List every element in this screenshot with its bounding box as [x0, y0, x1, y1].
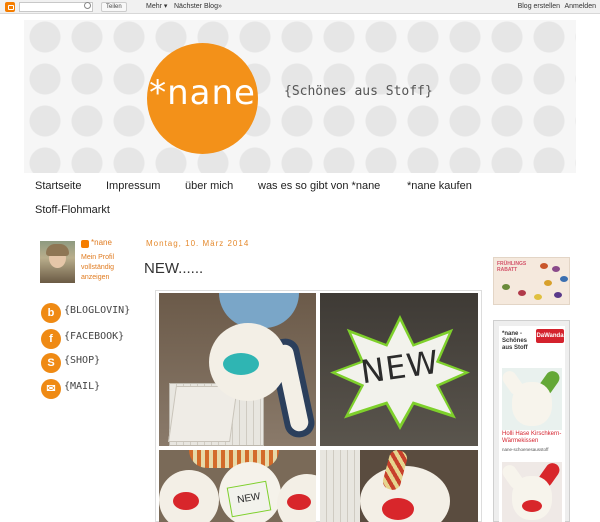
- tab-startseite[interactable]: Startseite: [35, 179, 81, 193]
- bunny-nose: [287, 494, 311, 510]
- tab-stoff-flohmarkt[interactable]: Stoff-Flohmarkt: [35, 203, 110, 217]
- blogger-profile-icon: [81, 240, 89, 248]
- bunny-body: [512, 382, 552, 426]
- tab-nane-kaufen[interactable]: *nane kaufen: [407, 179, 472, 193]
- butterfly-icon: [560, 276, 568, 282]
- tab-ueber-mich[interactable]: über mich: [185, 179, 233, 193]
- bunny-nose: [522, 500, 542, 512]
- avatar[interactable]: [40, 241, 75, 283]
- butterfly-icon: [518, 290, 526, 296]
- logo-circle[interactable]: *nane: [147, 43, 258, 154]
- logo-text: *nane: [149, 73, 256, 113]
- dawanda-shop-title[interactable]: *nane - Schönes aus Stoff: [502, 331, 534, 352]
- social-label: {FACEBOOK}: [64, 331, 125, 342]
- blogger-navbar: Teilen Mehr ▾ Nächster Blog» Blog erstel…: [0, 0, 600, 14]
- post-photo-bunnies[interactable]: NEW: [159, 450, 316, 522]
- butterfly-icon: [502, 284, 510, 290]
- dawanda-product-title[interactable]: Holli Hase Kirschkern-Wärmekissen: [502, 431, 564, 445]
- next-blog-link[interactable]: Nächster Blog»: [174, 1, 222, 13]
- tagline: {Schönes aus Stoff}: [284, 84, 433, 99]
- login-link[interactable]: Anmelden: [564, 1, 596, 13]
- chevron-down-icon: ▾: [161, 3, 168, 10]
- dawanda-widget[interactable]: *nane - Schönes aus Stoff DaWanda Holli …: [493, 320, 570, 522]
- butterfly-icon: [544, 280, 552, 286]
- shop-icon: S: [41, 353, 61, 373]
- facebook-icon: f: [41, 329, 61, 349]
- butterfly-icon: [540, 263, 548, 269]
- more-label: Mehr: [146, 3, 162, 10]
- search-input[interactable]: [19, 2, 93, 12]
- bunny-nose: [382, 498, 414, 520]
- fabric-shape: [219, 293, 299, 328]
- post-date: Montag, 10. März 2014: [146, 239, 250, 248]
- dawanda-product-image[interactable]: [502, 462, 562, 522]
- header-banner[interactable]: *nane {Schönes aus Stoff}: [24, 20, 576, 173]
- bunny-body: [512, 476, 552, 520]
- banner-text: FRÜHLINGS RABATT: [497, 261, 527, 273]
- butterfly-icon: [552, 266, 560, 272]
- post-photo-new-star[interactable]: NEW: [320, 293, 478, 446]
- bunny-nose: [223, 353, 259, 375]
- post-photo-bunny-basket[interactable]: [159, 293, 316, 446]
- basket-shape: [320, 450, 360, 522]
- social-label: {MAIL}: [64, 381, 101, 392]
- mail-icon: ✉: [41, 379, 61, 399]
- create-blog-link[interactable]: Blog erstellen: [518, 1, 560, 13]
- dawanda-product-image[interactable]: [502, 368, 562, 430]
- social-label: {SHOP}: [64, 355, 101, 366]
- tab-impressum[interactable]: Impressum: [106, 179, 160, 193]
- profile-name[interactable]: *nane: [91, 238, 112, 247]
- bunny-nose: [173, 492, 199, 510]
- dawanda-logo[interactable]: DaWanda: [536, 329, 564, 343]
- more-menu[interactable]: Mehr ▾: [146, 1, 167, 13]
- butterfly-icon: [534, 294, 542, 300]
- tab-was-es-gibt[interactable]: was es so gibt von *nane: [258, 179, 380, 193]
- dawanda-shop-name: nane-schoenesausstoff: [502, 447, 549, 452]
- post-photo-bunny-fabric[interactable]: [320, 450, 478, 522]
- butterfly-icon: [554, 292, 562, 298]
- profile-link[interactable]: Mein Profil vollständig anzeigen: [81, 253, 133, 283]
- bloglovin-icon: b: [41, 303, 61, 323]
- dawanda-panel: *nane - Schönes aus Stoff DaWanda Holli …: [499, 326, 565, 522]
- share-button[interactable]: Teilen: [101, 2, 127, 12]
- blogger-logo-icon[interactable]: [5, 2, 15, 12]
- spring-sale-banner[interactable]: FRÜHLINGS RABATT: [493, 257, 570, 305]
- search-icon[interactable]: [84, 2, 91, 9]
- social-label: {BLOGLOVIN}: [64, 305, 131, 316]
- post-title[interactable]: NEW......: [144, 260, 203, 277]
